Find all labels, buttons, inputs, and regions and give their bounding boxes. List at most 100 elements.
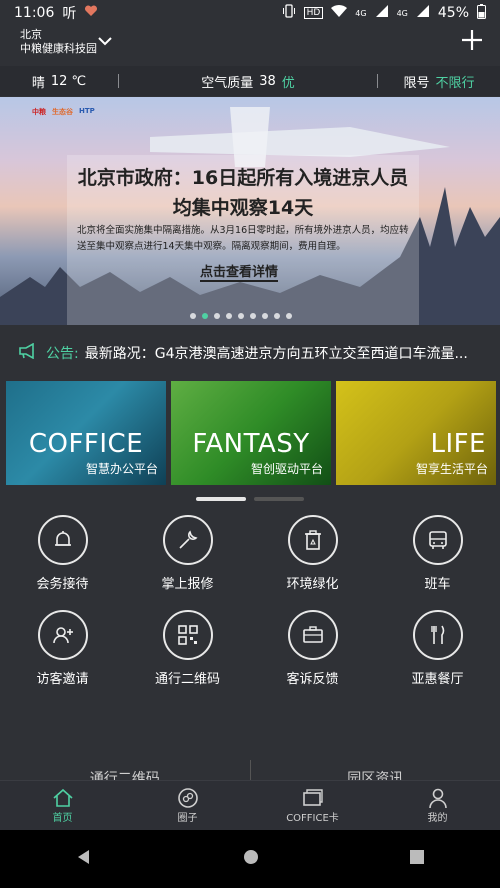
service-label: 会务接待 [36,577,89,592]
news-banner[interactable]: 中粮 生态谷 HTP 北京市政府：16日起所有入境进京人员 均集中观察14天 北… [0,97,500,325]
bottom-quick-cards: 通行二维码 园区资讯 [0,760,500,780]
signal-icon-2 [416,4,430,22]
aqi-level: 优 [281,75,295,91]
add-button[interactable] [460,28,484,52]
card-title: LIFE [430,429,486,459]
tab-label: 我的 [427,813,448,824]
tab-label: 圈子 [177,813,198,824]
app-header: 北京 中粮健康科技园 [0,26,500,66]
quick-card-park-news[interactable]: 园区资讯 [251,760,500,780]
service-label: 客诉反馈 [286,672,339,687]
cutlery-icon [412,610,463,660]
battery-icon [477,3,486,23]
bus-icon [412,515,463,565]
carousel-indicator [190,313,292,319]
weather-bar: 晴 12 ℃ 空气质量 38 优 限号 不限行 [0,66,500,96]
card-title: FANTASY [192,429,310,459]
banner-description: 北京将全面实施集中隔离措施。从3月16日零时起，所有境外进京人员，均应转送至集中… [77,225,409,252]
back-icon[interactable] [75,848,93,870]
card-subtitle: 智慧办公平台 [85,462,158,476]
service-shuttle-bus[interactable]: 班车 [375,515,500,592]
card-title: COFFICE [28,429,144,459]
carousel-dot[interactable] [286,313,292,319]
carousel-dot-active[interactable] [202,313,208,319]
recents-icon[interactable] [409,849,425,869]
tab-profile[interactable]: 我的 [375,781,500,830]
service-label: 访客邀请 [36,672,89,687]
weather-cell: 晴 12 ℃ [0,72,118,91]
carousel-dot[interactable] [226,313,232,319]
announcement-label: 公告: [46,346,79,362]
headline-line-1: 北京市政府：16日起所有入境进京人员 [77,167,409,189]
platform-cards: COFFICE 智慧办公平台 FANTASY 智创驱动平台 LIFE 智享生活平… [6,381,496,485]
home-button-icon[interactable] [242,848,260,870]
wifi-icon [331,4,348,22]
headline-line-2: 均集中观察14天 [172,197,314,219]
coffice-card[interactable]: COFFICE 智慧办公平台 [6,381,166,485]
network-label-1: 4G [355,8,367,18]
tab-label: COFFICE卡 [286,813,339,824]
announcement-bar[interactable]: 公告: 最新路况：G4京港澳高速进京方向五环立交至西道口车流量... [0,334,500,372]
weather-condition: 晴 [31,75,45,91]
megaphone-icon [18,342,38,363]
life-card[interactable]: LIFE 智享生活平台 [336,381,496,485]
tab-circle[interactable]: 圈子 [125,781,250,830]
service-qr-pass[interactable]: 通行二维码 [125,610,250,687]
circle-icon [177,788,198,808]
tab-coffice-card[interactable]: COFFICE卡 [250,781,375,830]
logo-cofco: 中粮 [32,108,46,116]
page-indicator [254,497,304,501]
service-restaurant[interactable]: 亚惠餐厅 [375,610,500,687]
city-label: 北京 [20,28,42,41]
card-subtitle: 智创驱动平台 [250,462,323,476]
add-user-icon [37,610,88,660]
view-details-link[interactable]: 点击查看详情 [200,261,279,282]
chevron-down-icon[interactable] [96,32,114,50]
quick-card-qr-pass[interactable]: 通行二维码 [0,760,251,780]
carousel-dot[interactable] [214,313,220,319]
home-icon [52,788,73,807]
network-label-2: 4G [396,8,408,18]
park-label: 中粮健康科技园 [20,42,97,55]
system-navigation-bar [0,830,500,888]
signal-icon-1 [375,4,389,22]
service-label: 环境绿化 [286,577,339,592]
heart-icon [84,4,98,22]
service-reception[interactable]: 会务接待 [0,515,125,592]
card-subtitle: 智享生活平台 [415,462,488,476]
carrier-label: 听 [62,6,77,22]
carousel-dot[interactable] [262,313,268,319]
service-repair[interactable]: 掌上报修 [125,515,250,592]
tab-home[interactable]: 首页 [0,781,125,830]
service-greening[interactable]: 环境绿化 [250,515,375,592]
briefcase-icon [287,610,338,660]
battery-level: 45% [437,5,469,21]
weather-temp: 12 ℃ [50,73,87,89]
limit-label: 限号 [403,75,430,91]
service-label: 班车 [424,577,451,592]
carousel-dot[interactable] [274,313,280,319]
service-visitor-invite[interactable]: 访客邀请 [0,610,125,687]
carousel-dot[interactable] [238,313,244,319]
fantasy-card[interactable]: FANTASY 智创驱动平台 [171,381,331,485]
carousel-dot[interactable] [190,313,196,319]
service-complaint[interactable]: 客诉反馈 [250,610,375,687]
bottom-tab-bar: 首页 圈子 COFFICE卡 我的 [0,780,500,830]
recycle-bin-icon [287,515,338,565]
banner-headline: 北京市政府：16日起所有入境进京人员 均集中观察14天 [67,163,419,223]
person-icon [428,788,447,809]
qr-code-icon [162,610,213,660]
tab-label: 首页 [52,813,73,824]
status-time: 11:06 [14,5,55,21]
carousel-dot[interactable] [250,313,256,319]
partner-logos: 中粮 生态谷 HTP [32,107,95,117]
traffic-limit-cell: 限号 不限行 [378,72,500,91]
service-label: 通行二维码 [154,672,220,687]
announcement-text: 最新路况：G4京港澳高速进京方向五环立交至西道口车流量... [84,346,468,362]
wrench-icon [162,515,213,565]
bell-icon [37,515,88,565]
location-selector[interactable]: 北京 中粮健康科技园 [20,28,97,56]
vibrate-icon [282,4,296,22]
aqi-value: 38 [259,73,276,89]
aqi-label: 空气质量 [201,75,254,91]
